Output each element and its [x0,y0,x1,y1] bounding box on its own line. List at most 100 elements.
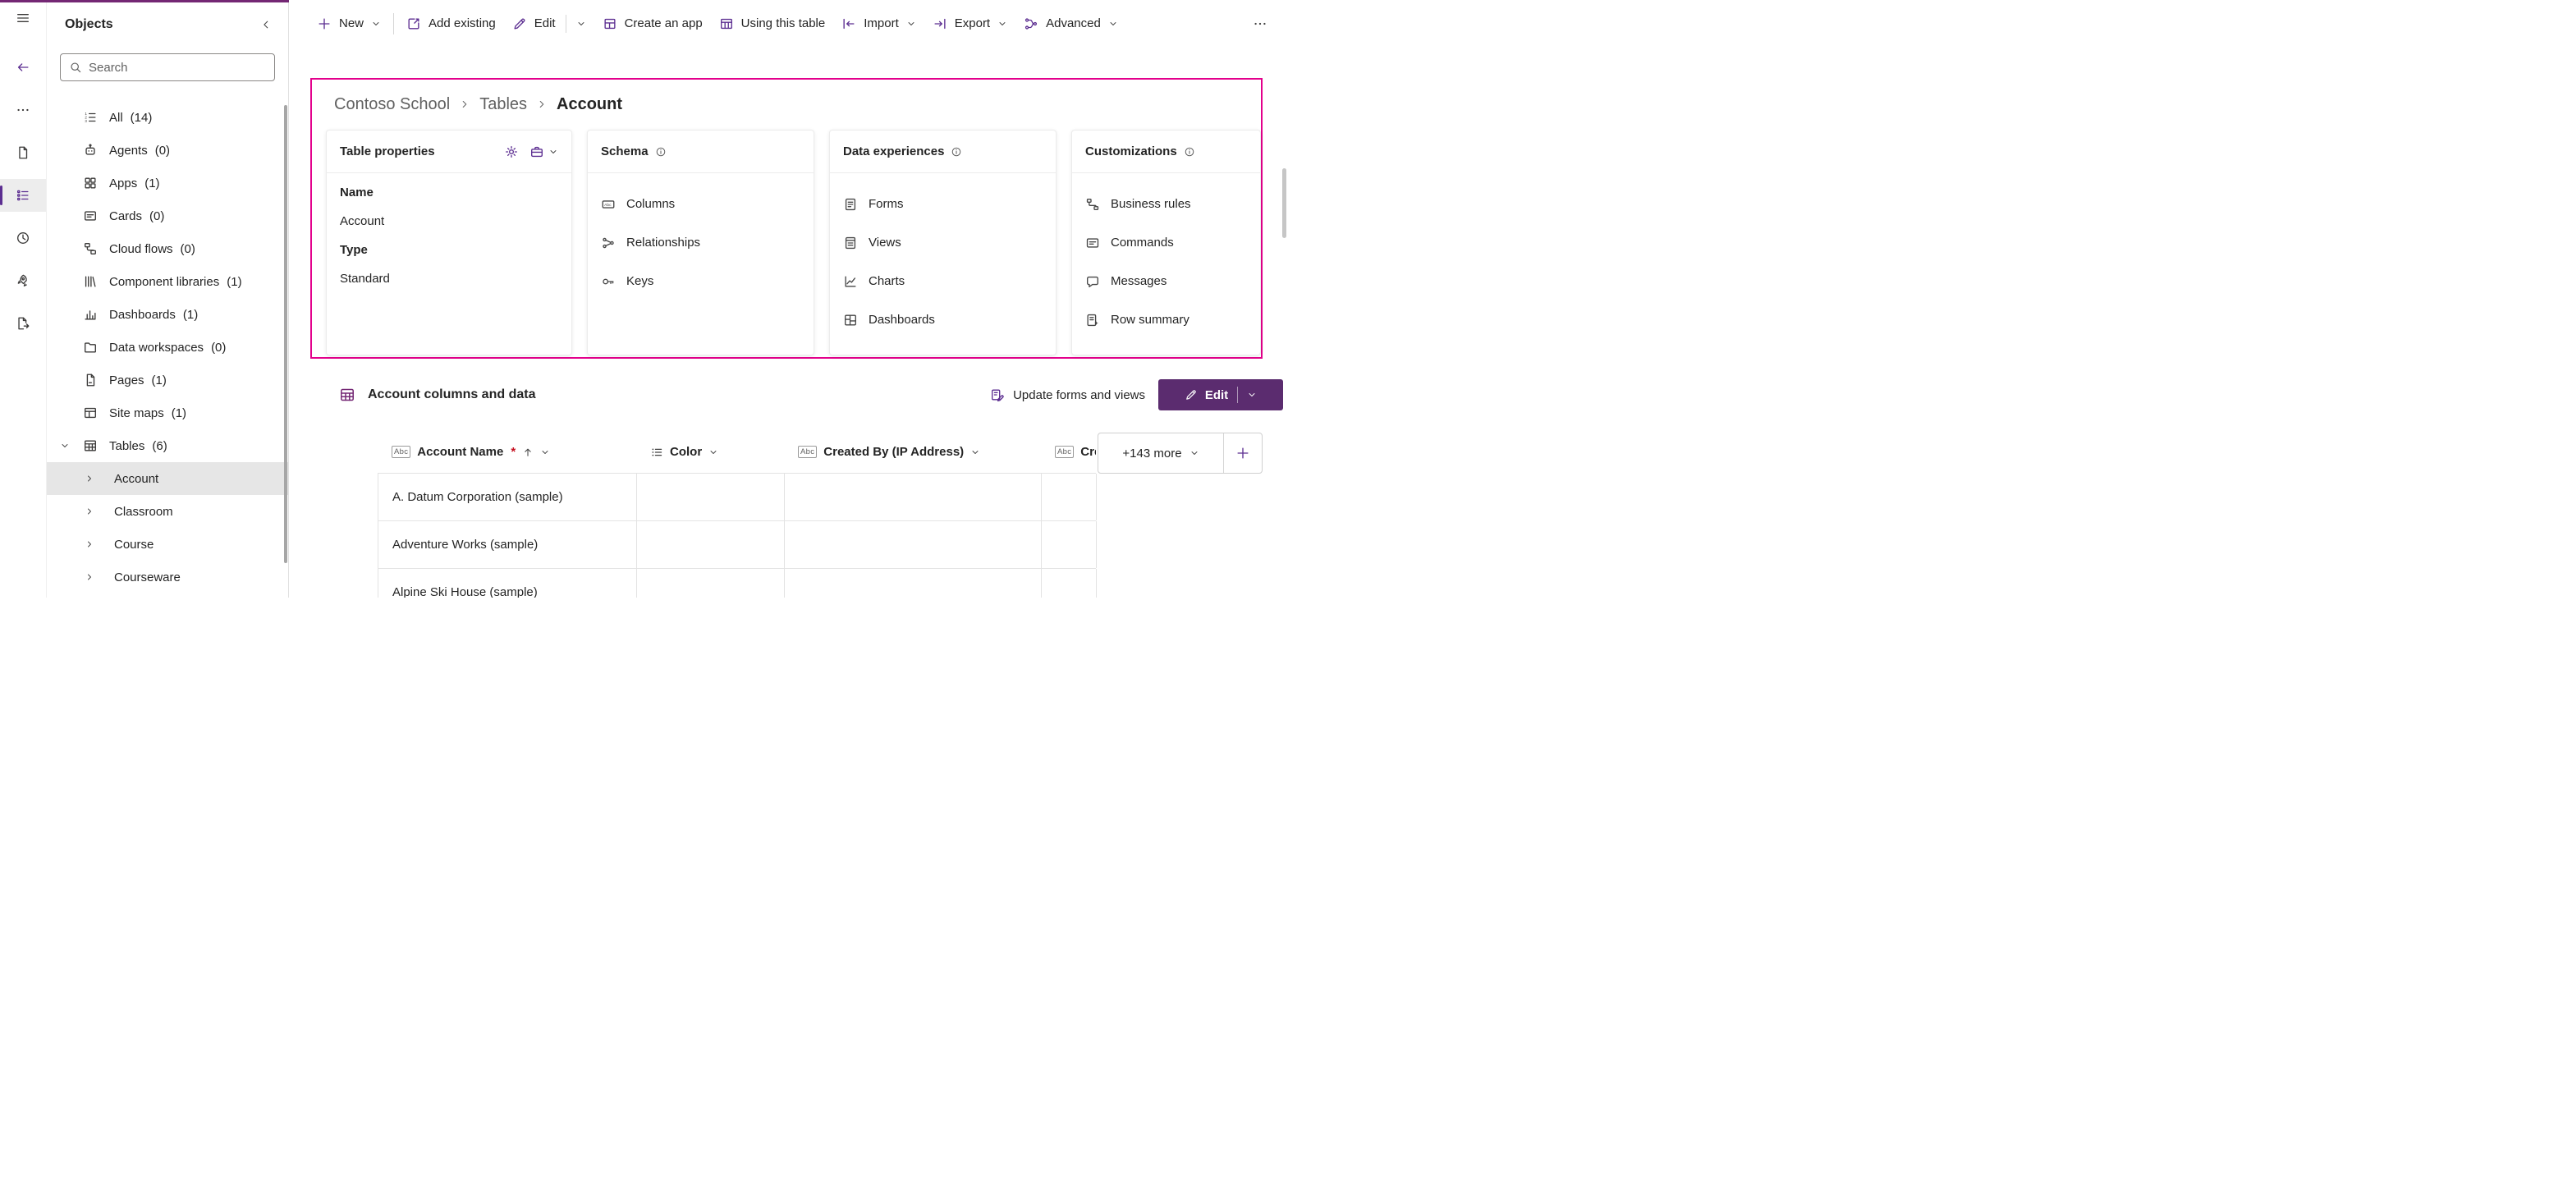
sidebar-item-account[interactable]: Account [47,462,288,495]
charts-link[interactable]: Charts [843,262,1043,300]
rail-objects-button[interactable] [0,179,46,212]
cell-account-name[interactable]: Alpine Ski House (sample) [378,569,637,598]
row-summary-link[interactable]: Row summary [1085,300,1247,339]
chevron-left-icon [260,19,272,30]
sidebar-item-cloud-flows[interactable]: Cloud flows (0) [47,232,288,265]
properties-tools-button[interactable] [529,144,558,159]
command-overflow-button[interactable] [1245,8,1275,39]
cell-created-by-ip[interactable] [785,521,1042,568]
cell-color[interactable] [637,474,785,520]
sidebar-item-all[interactable]: 123 All (14) [47,101,288,134]
commands-link[interactable]: Commands [1085,223,1247,262]
properties-settings-button[interactable] [504,144,519,159]
rail-history-button[interactable] [0,222,46,254]
more-ellipsis-icon [1253,16,1267,31]
cell-created-by-ip[interactable] [785,569,1042,598]
cell-color[interactable] [637,569,785,598]
cell-created-by-ip[interactable] [785,474,1042,520]
cell-account-name[interactable]: Adventure Works (sample) [378,521,637,568]
sidebar-header: Objects [47,2,288,45]
cell-extra[interactable] [1042,521,1097,568]
objects-tree: 123 All (14) Agents (0) Apps (1) Cards ( [47,101,288,593]
breadcrumb-tables[interactable]: Tables [479,95,527,114]
info-icon[interactable] [1184,146,1195,158]
sidebar-title: Objects [65,17,113,32]
forms-link[interactable]: Forms [843,185,1043,223]
business-rules-link[interactable]: Business rules [1085,185,1247,223]
sidebar-item-course[interactable]: Course [47,528,288,561]
sidebar-item-component-libraries[interactable]: Component libraries (1) [47,265,288,298]
relationships-link[interactable]: Relationships [601,223,800,262]
branch-icon [1024,16,1038,31]
vertical-scrollbar[interactable] [1282,168,1286,238]
briefcase-icon [529,144,544,159]
sidebar-item-data-workspaces[interactable]: Data workspaces (0) [47,331,288,364]
cell-color[interactable] [637,521,785,568]
grid-edit-button[interactable]: Edit [1158,379,1283,410]
rail-launch-button[interactable] [0,264,46,297]
content-area: Contoso School Tables Account Table prop… [289,47,1288,598]
add-column-button[interactable] [1224,433,1262,473]
plus-icon [317,16,332,31]
cell-extra[interactable] [1042,474,1097,520]
new-button[interactable]: New [309,8,389,39]
import-button[interactable]: Import [833,8,924,39]
sidebar-item-classroom[interactable]: Classroom [47,495,288,528]
search-input[interactable] [89,61,266,75]
sidebar-item-cards[interactable]: Cards (0) [47,199,288,232]
grid-header-row: Abc Account Name * Color Abc Created By … [378,431,1096,474]
cell-extra[interactable] [1042,569,1097,598]
dashboards-link[interactable]: Dashboards [843,300,1043,339]
export-arrow-icon [933,16,947,31]
form-pencil-icon [990,387,1005,402]
schema-card: Schema Abc Columns Relationships [587,130,814,355]
sidebar-scrollbar[interactable] [284,105,287,563]
gear-icon [504,144,519,159]
add-existing-icon [406,16,421,31]
breadcrumb-solution[interactable]: Contoso School [334,95,450,114]
add-existing-button[interactable]: Add existing [398,8,504,39]
info-icon[interactable] [655,146,667,158]
export-button[interactable]: Export [924,8,1015,39]
table-row: A. Datum Corporation (sample) [378,474,1096,521]
rail-more-button[interactable] [0,94,46,126]
apps-grid-icon [83,176,101,190]
hamburger-menu-button[interactable] [0,2,46,34]
back-button[interactable] [0,51,46,84]
sidebar-item-dashboards[interactable]: Dashboards (1) [47,298,288,331]
more-columns-button[interactable]: +143 more [1098,433,1223,473]
create-an-app-button[interactable]: Create an app [594,8,711,39]
column-header-created-by-ip[interactable]: Abc Created By (IP Address) [784,431,1041,473]
row-summary-icon [1085,313,1100,328]
rail-export-button[interactable] [0,307,46,340]
table-properties-card: Table properties Name Accou [326,130,572,355]
sidebar-item-courseware[interactable]: Courseware [47,561,288,593]
import-arrow-icon [841,16,856,31]
column-header-truncated[interactable]: Abc Crea [1041,431,1096,473]
collapse-sidebar-button[interactable] [260,19,272,30]
rail-page-button[interactable] [0,136,46,169]
column-header-account-name[interactable]: Abc Account Name * [378,431,636,473]
update-forms-views-button[interactable]: Update forms and views [990,387,1145,402]
column-header-color[interactable]: Color [636,431,784,473]
sidebar-item-apps[interactable]: Apps (1) [47,167,288,199]
chevron-right-icon [85,572,106,582]
using-this-table-button[interactable]: Using this table [711,8,834,39]
chevron-down-icon [576,19,586,29]
account-data-grid: Abc Account Name * Color Abc Created By … [378,431,1096,598]
sidebar-item-site-maps[interactable]: Site maps (1) [47,396,288,429]
views-link[interactable]: Views [843,223,1043,262]
keys-link[interactable]: Keys [601,262,800,300]
columns-link[interactable]: Abc Columns [601,185,800,223]
sidebar-item-agents[interactable]: Agents (0) [47,134,288,167]
sidebar-item-pages[interactable]: Pages (1) [47,364,288,396]
edit-button[interactable]: Edit [504,8,594,39]
sidebar-item-tables[interactable]: Tables (6) [47,429,288,462]
info-icon[interactable] [951,146,962,158]
abc-type-chip: Abc [1055,446,1074,458]
cell-account-name[interactable]: A. Datum Corporation (sample) [378,474,637,520]
messages-link[interactable]: Messages [1085,262,1247,300]
advanced-button[interactable]: Advanced [1015,8,1126,39]
card-title: Customizations [1085,144,1177,158]
card-title: Data experiences [843,144,944,158]
